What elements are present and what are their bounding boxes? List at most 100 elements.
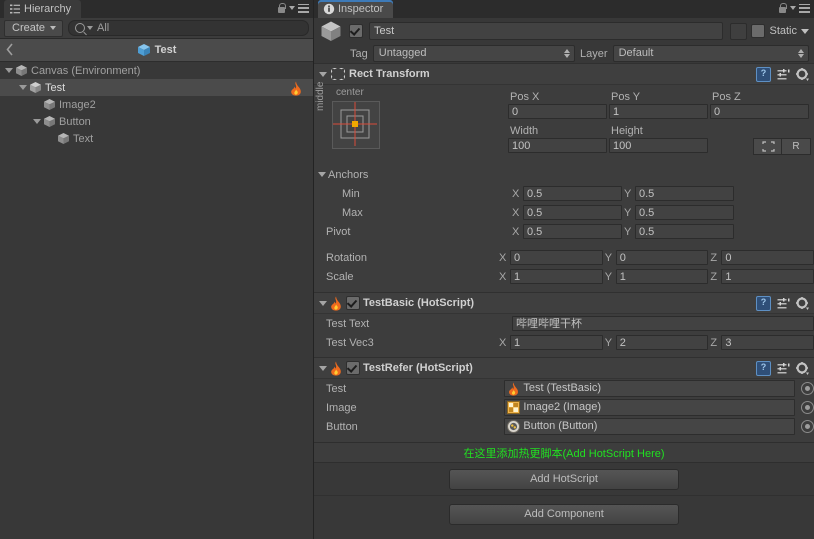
- test-refer-enabled-checkbox[interactable]: [346, 361, 360, 375]
- hierarchy-search-input[interactable]: All: [68, 20, 309, 36]
- gear-icon[interactable]: [796, 362, 809, 375]
- rotation-y-field[interactable]: 0: [615, 250, 709, 265]
- breadcrumb-current[interactable]: Test: [0, 43, 313, 57]
- hierarchy-item-label: Image2: [59, 98, 96, 111]
- create-button[interactable]: Create: [4, 19, 64, 37]
- rect-transform-top: center middle Pos X Pos Y Pos Z 0 1 0 Wi…: [314, 82, 814, 165]
- component-tools: ?: [756, 67, 809, 82]
- anchor-min-y-field[interactable]: 0.5: [635, 186, 734, 201]
- help-icon[interactable]: ?: [756, 296, 771, 311]
- gear-icon[interactable]: [796, 297, 809, 310]
- scale-y-field[interactable]: 1: [615, 269, 709, 284]
- foldout-icon[interactable]: [318, 69, 329, 80]
- anchor-preset-widget[interactable]: [332, 101, 380, 149]
- rotation-z-field[interactable]: 0: [721, 250, 814, 265]
- refer-test-objectfield[interactable]: Test (TestBasic): [504, 380, 795, 397]
- chevron-down-icon: [50, 26, 57, 30]
- prefab-cube-icon: [137, 43, 151, 57]
- inspector-panel: Inspector Test Static Tag Untagged Layer…: [314, 0, 814, 539]
- static-checkbox[interactable]: [751, 24, 766, 38]
- back-arrow-icon[interactable]: [6, 43, 14, 56]
- refer-image-objectfield[interactable]: Image2 (Image): [504, 399, 795, 416]
- static-dropdown-icon[interactable]: [801, 28, 809, 34]
- tab-inspector[interactable]: Inspector: [318, 0, 394, 18]
- anchor-min-x-field[interactable]: 0.5: [523, 186, 622, 201]
- preset-icon[interactable]: [777, 362, 790, 375]
- pos-x-header: Pos X: [510, 91, 540, 103]
- chevron-down-icon[interactable]: [289, 6, 295, 10]
- blueprint-mode-button[interactable]: [753, 138, 783, 155]
- tab-hierarchy[interactable]: Hierarchy: [4, 0, 82, 18]
- add-component-button[interactable]: Add Component: [449, 503, 679, 525]
- test-refer-body: Test Test (TestBasic) Image Image2 (Imag…: [314, 379, 814, 442]
- test-text-field[interactable]: 哔哩哔哩干杯: [512, 316, 814, 331]
- rect-transform-header[interactable]: Rect Transform ?: [314, 64, 814, 85]
- anchors-foldout-row[interactable]: Anchors: [314, 165, 814, 184]
- chevron-down-icon[interactable]: [790, 6, 796, 10]
- pivot-y-field[interactable]: 0.5: [635, 224, 734, 239]
- inspector-body: Test Static Tag Untagged Layer Default R…: [314, 18, 814, 539]
- test-vec3-z-field[interactable]: 3: [721, 335, 814, 350]
- scale-label: Scale: [326, 270, 354, 283]
- hierarchy-item-button[interactable]: Button: [0, 113, 313, 130]
- anchor-max-y-field[interactable]: 0.5: [635, 205, 734, 220]
- lock-icon[interactable]: [277, 2, 286, 14]
- gameobject-name-field[interactable]: Test: [369, 22, 724, 40]
- anchor-min-label: Min: [342, 187, 360, 200]
- twisty-icon[interactable]: [4, 65, 15, 76]
- test-basic-header[interactable]: TestBasic (HotScript) ?: [314, 293, 814, 314]
- refer-button-objectfield[interactable]: Button (Button): [504, 418, 795, 435]
- search-filter-chevron-icon[interactable]: [87, 26, 94, 30]
- lock-icon[interactable]: [778, 2, 787, 14]
- hierarchy-item-text[interactable]: Text: [0, 130, 313, 147]
- rotation-label: Rotation: [326, 251, 367, 264]
- refer-image-picker-icon[interactable]: [801, 401, 814, 414]
- axis-y-label: Y: [604, 336, 613, 349]
- raw-edit-button[interactable]: R: [781, 138, 811, 155]
- hierarchy-item-canvas[interactable]: Canvas (Environment): [0, 62, 313, 79]
- test-refer-header[interactable]: TestRefer (HotScript) ?: [314, 358, 814, 379]
- hierarchy-tree: Canvas (Environment) Test Image2 Button …: [0, 62, 313, 539]
- tag-dropdown[interactable]: Untagged: [372, 45, 576, 62]
- preset-icon[interactable]: [777, 68, 790, 81]
- component-test-basic: TestBasic (HotScript) ? Test Text 哔哩哔哩干杯…: [314, 292, 814, 357]
- layer-value: Default: [618, 47, 654, 59]
- scale-x-field[interactable]: 1: [510, 269, 603, 284]
- refer-test-picker-icon[interactable]: [801, 382, 814, 395]
- width-field[interactable]: 100: [508, 138, 607, 153]
- static-slot: [730, 22, 748, 40]
- rotation-x-field[interactable]: 0: [510, 250, 603, 265]
- foldout-icon[interactable]: [318, 298, 329, 309]
- preset-icon[interactable]: [777, 297, 790, 310]
- menu-icon[interactable]: [298, 3, 309, 13]
- layer-dropdown[interactable]: Default: [612, 45, 809, 62]
- gear-icon[interactable]: [796, 68, 809, 81]
- foldout-icon[interactable]: [317, 169, 328, 180]
- gameobject-enabled-checkbox[interactable]: [349, 24, 363, 38]
- add-hotscript-button[interactable]: Add HotScript: [449, 468, 679, 490]
- anchor-max-x-field[interactable]: 0.5: [523, 205, 622, 220]
- height-field[interactable]: 100: [609, 138, 708, 153]
- inspector-tabbar: Inspector: [314, 0, 814, 18]
- pos-z-field[interactable]: 0: [710, 104, 809, 119]
- hierarchy-item-test[interactable]: Test: [0, 79, 313, 96]
- hierarchy-panel: Hierarchy Create All Test Canvas (Enviro…: [0, 0, 314, 539]
- menu-icon[interactable]: [799, 3, 810, 13]
- test-basic-enabled-checkbox[interactable]: [346, 296, 360, 310]
- help-icon[interactable]: ?: [756, 361, 771, 376]
- foldout-icon[interactable]: [318, 363, 329, 374]
- test-vec3-y-field[interactable]: 2: [615, 335, 709, 350]
- pos-x-field[interactable]: 0: [508, 104, 607, 119]
- pivot-x-field[interactable]: 0.5: [523, 224, 622, 239]
- refer-button-picker-icon[interactable]: [801, 420, 814, 433]
- pos-y-field[interactable]: 1: [609, 104, 708, 119]
- test-vec3-x-field[interactable]: 1: [510, 335, 603, 350]
- hierarchy-item-image2[interactable]: Image2: [0, 96, 313, 113]
- twisty-icon[interactable]: [32, 116, 43, 127]
- hierarchy-toolbar: Create All: [0, 18, 313, 39]
- scale-z-field[interactable]: 1: [721, 269, 814, 284]
- twisty-icon[interactable]: [18, 82, 29, 93]
- help-icon[interactable]: ?: [756, 67, 771, 82]
